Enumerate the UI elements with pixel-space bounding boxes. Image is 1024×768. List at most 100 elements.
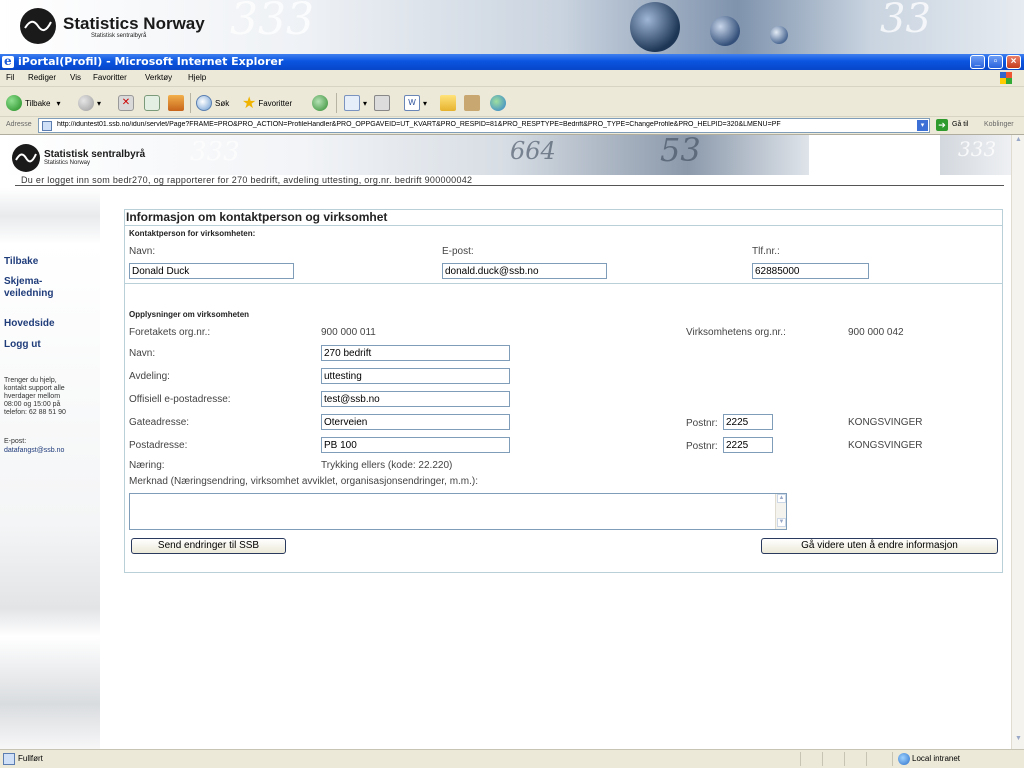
banner-decor-sphere xyxy=(710,16,740,46)
refresh-button[interactable] xyxy=(144,94,163,112)
search-button[interactable]: Søk xyxy=(196,94,229,112)
minimize-button[interactable]: _ xyxy=(970,55,985,69)
scroll-up-icon[interactable]: ▲ xyxy=(777,494,786,503)
mail-icon xyxy=(344,95,360,111)
contact-phone-input[interactable] xyxy=(752,263,869,279)
company-name-label: Navn: xyxy=(129,348,156,359)
department-label: Avdeling: xyxy=(129,371,170,382)
status-bar: Fullført Local intranet xyxy=(0,749,1024,768)
street-postnr-input[interactable] xyxy=(723,414,773,430)
scroll-down-icon[interactable]: ▼ xyxy=(1013,735,1024,746)
mail-button[interactable]: ▾ xyxy=(344,94,367,112)
sidebar-link-logout[interactable]: Logg ut xyxy=(4,339,41,350)
sidebar-link-guide[interactable]: Skjema- veiledning xyxy=(4,276,53,300)
business-orgnr-label: Virksomhetens org.nr.: xyxy=(686,327,786,338)
address-input[interactable]: http://iduntest01.ssb.no/idun/servlet/Pa… xyxy=(38,118,930,133)
back-button[interactable]: Tilbake ▾ xyxy=(6,94,61,112)
panel-divider xyxy=(125,225,1002,226)
scroll-up-icon[interactable]: ▲ xyxy=(1013,136,1024,147)
postal-address-label: Postadresse: xyxy=(129,440,188,451)
page-scrollbar[interactable]: ▲ ▼ xyxy=(1011,135,1024,749)
window-titlebar[interactable]: e iPortal(Profil) - Microsoft Internet E… xyxy=(0,54,1024,70)
company-name-input[interactable] xyxy=(321,345,510,361)
contact-name-input[interactable] xyxy=(129,263,294,279)
industry-value: Trykking ellers (kode: 22.220) xyxy=(321,460,453,471)
page-done-icon xyxy=(3,753,15,765)
go-button[interactable]: Gå til xyxy=(952,121,968,128)
go-arrow-icon[interactable]: ➔ xyxy=(936,119,948,131)
toolbar-separator xyxy=(190,93,191,113)
sidebar-link-back[interactable]: Tilbake xyxy=(4,256,38,267)
menu-file[interactable]: Fil xyxy=(6,73,14,82)
print-button[interactable] xyxy=(374,94,393,112)
official-email-input[interactable] xyxy=(321,391,510,407)
menu-bar: Fil Rediger Vis Favoritter Verktøy Hjelp xyxy=(0,70,1024,87)
stop-icon: ✕ xyxy=(118,95,134,111)
contact-email-input[interactable] xyxy=(442,263,607,279)
ssb-logo-icon xyxy=(12,144,40,172)
business-orgnr-value: 900 000 042 xyxy=(848,327,904,338)
scroll-down-icon[interactable]: ▼ xyxy=(777,518,786,527)
panel-divider xyxy=(125,283,1002,284)
menu-favorites[interactable]: Favoritter xyxy=(93,73,127,82)
research-button[interactable] xyxy=(464,94,483,112)
menu-view[interactable]: Vis xyxy=(70,73,81,82)
street-address-label: Gateadresse: xyxy=(129,417,190,428)
folder-button[interactable] xyxy=(440,94,459,112)
menu-tools[interactable]: Verktøy xyxy=(145,73,172,82)
menu-help[interactable]: Hjelp xyxy=(188,73,206,82)
sidebar-email-link[interactable]: datafangst@ssb.no xyxy=(4,447,64,454)
favorites-label: Favoritter xyxy=(258,98,293,108)
ssb-logo-icon xyxy=(20,8,56,44)
ie-icon: e xyxy=(2,54,14,68)
official-email-label: Offisiell e-postadresse: xyxy=(129,394,231,405)
street-postnr-label: Postnr: xyxy=(686,418,718,429)
street-address-input[interactable] xyxy=(321,414,510,430)
banner-decor-sphere xyxy=(630,2,680,52)
continue-without-changes-button[interactable]: Gå videre uten å endre informasjon xyxy=(761,538,998,554)
edit-button[interactable]: W ▾ xyxy=(404,94,427,112)
folder-icon xyxy=(440,95,456,111)
header-decor-number: 664 xyxy=(510,137,556,165)
company-section-heading: Opplysninger om virksomheten xyxy=(129,310,250,319)
toolbar: Tilbake ▾ ▾ ✕ Søk ★ Favoritter ▾ W ▾ xyxy=(0,87,1024,117)
search-icon xyxy=(196,95,212,111)
menu-edit[interactable]: Rediger xyxy=(28,73,56,82)
remark-scrollbar[interactable]: ▲ ▼ xyxy=(775,494,786,529)
links-button[interactable]: Koblinger xyxy=(984,121,1014,128)
windows-logo-icon xyxy=(1000,72,1012,84)
department-input[interactable] xyxy=(321,368,510,384)
header-decor-number: 333 xyxy=(958,137,997,161)
header-decor-number: 53 xyxy=(660,135,701,169)
sidebar-help-text: Trenger du hjelp, kontakt support alle h… xyxy=(4,377,66,416)
back-label: Tilbake xyxy=(25,98,51,108)
postal-postnr-input[interactable] xyxy=(723,437,773,453)
refresh-icon xyxy=(144,95,160,111)
favorites-button[interactable]: ★ Favoritter xyxy=(242,94,292,112)
forward-button[interactable]: ▾ xyxy=(78,94,101,112)
toolbar-separator xyxy=(336,93,337,113)
ssb-banner: 333 33 Statistics Norway Statistisk sent… xyxy=(0,0,1024,54)
forward-dropdown-icon: ▾ xyxy=(97,98,102,108)
page-icon xyxy=(42,121,52,131)
home-button[interactable] xyxy=(168,94,187,112)
back-dropdown-icon: ▾ xyxy=(56,98,61,108)
close-button[interactable]: × xyxy=(1006,55,1021,69)
sidebar-link-home[interactable]: Hovedside xyxy=(4,318,55,329)
history-button[interactable] xyxy=(312,94,331,112)
stop-button[interactable]: ✕ xyxy=(118,94,137,112)
address-dropdown-icon[interactable]: ▾ xyxy=(917,120,928,131)
orgnr-value: 900 000 011 xyxy=(321,327,376,338)
sidebar-email-label: E-post: xyxy=(4,438,27,445)
mail-dropdown-icon: ▾ xyxy=(363,98,368,108)
postal-address-input[interactable] xyxy=(321,437,510,453)
sidebar xyxy=(0,188,100,749)
status-pane xyxy=(800,752,801,766)
maximize-button[interactable]: ▫ xyxy=(988,55,1003,69)
industry-label: Næring: xyxy=(129,460,165,471)
messenger-button[interactable] xyxy=(490,94,509,112)
remark-textarea[interactable]: ▲ ▼ xyxy=(129,493,787,530)
address-url[interactable]: http://iduntest01.ssb.no/idun/servlet/Pa… xyxy=(57,121,917,128)
security-zone: Local intranet xyxy=(912,754,961,763)
send-changes-button[interactable]: Send endringer til SSB xyxy=(131,538,286,554)
